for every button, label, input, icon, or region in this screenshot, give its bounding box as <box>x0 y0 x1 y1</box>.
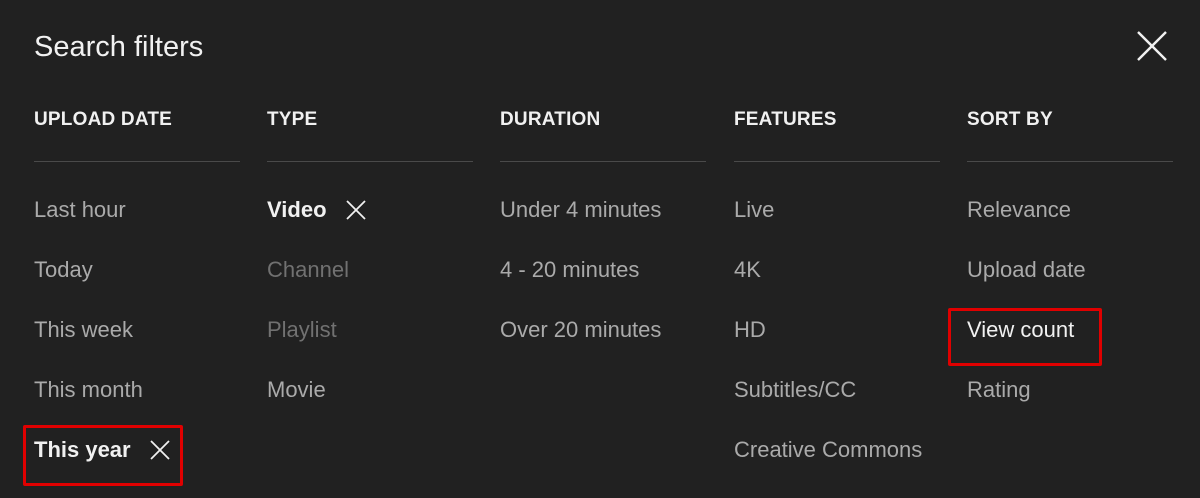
filter-option-this-week[interactable]: This week <box>34 315 240 375</box>
filter-option-last-hour[interactable]: Last hour <box>34 195 240 255</box>
column-sort-by: SORT BY Relevance Upload date View count… <box>967 104 1173 435</box>
filter-option-hd[interactable]: HD <box>734 315 940 375</box>
column-divider <box>500 161 706 162</box>
filter-option-label: Movie <box>267 377 326 402</box>
column-header-features: FEATURES <box>734 109 837 130</box>
filter-option-label: Subtitles/CC <box>734 377 857 402</box>
column-type: TYPE Video Channel Playlist Movie <box>267 104 473 435</box>
filter-option-label: Upload date <box>967 257 1086 282</box>
filter-option-label: Relevance <box>967 197 1071 222</box>
column-divider <box>34 161 240 162</box>
filter-option-label: 4 - 20 minutes <box>500 257 640 282</box>
filter-option-subtitles-cc[interactable]: Subtitles/CC <box>734 375 940 435</box>
filter-option-label: HD <box>734 317 766 342</box>
filter-option-creative-commons[interactable]: Creative Commons <box>734 435 940 495</box>
sort-option-view-count[interactable]: View count <box>967 315 1173 375</box>
filter-option-label: Video <box>267 197 327 222</box>
filter-option-label: Playlist <box>267 317 337 342</box>
search-filters-dialog: Search filters UPLOAD DATE Last hour Tod… <box>0 0 1200 498</box>
filter-option-playlist: Playlist <box>267 315 473 375</box>
filter-option-label: Over 20 minutes <box>500 317 662 342</box>
sort-option-rating[interactable]: Rating <box>967 375 1173 435</box>
close-icon <box>1137 31 1167 61</box>
filter-option-4k[interactable]: 4K <box>734 255 940 315</box>
column-features: FEATURES Live 4K HD Subtitles/CC Creativ… <box>734 104 940 495</box>
filter-option-label: This month <box>34 377 143 402</box>
filter-option-label: Under 4 minutes <box>500 197 662 222</box>
filter-option-label: Live <box>734 197 775 222</box>
column-header-sort-by: SORT BY <box>967 109 1053 130</box>
filter-columns: UPLOAD DATE Last hour Today This week Th… <box>34 104 1174 498</box>
column-header-duration: DURATION <box>500 109 601 130</box>
column-upload-date: UPLOAD DATE Last hour Today This week Th… <box>34 104 240 495</box>
close-button[interactable] <box>1132 26 1172 66</box>
filter-option-this-year[interactable]: This year <box>34 435 240 495</box>
filter-option-label: This week <box>34 317 134 342</box>
column-header-upload-date: UPLOAD DATE <box>34 109 173 130</box>
sort-option-relevance[interactable]: Relevance <box>967 195 1173 255</box>
remove-filter-icon[interactable] <box>345 199 367 221</box>
filter-option-4-20-minutes[interactable]: 4 - 20 minutes <box>500 255 706 315</box>
filter-option-label: Creative Commons <box>734 437 923 462</box>
column-divider <box>734 161 940 162</box>
filter-option-label: This year <box>34 437 131 462</box>
column-header-type: TYPE <box>267 109 318 130</box>
dialog-title: Search filters <box>34 31 204 63</box>
filter-option-today[interactable]: Today <box>34 255 240 315</box>
sort-option-upload-date[interactable]: Upload date <box>967 255 1173 315</box>
filter-option-over-20-minutes[interactable]: Over 20 minutes <box>500 315 706 375</box>
column-duration: DURATION Under 4 minutes 4 - 20 minutes … <box>500 104 706 375</box>
filter-option-under-4-minutes[interactable]: Under 4 minutes <box>500 195 706 255</box>
remove-filter-icon[interactable] <box>149 439 171 461</box>
filter-option-label: Channel <box>267 257 349 282</box>
filter-option-channel: Channel <box>267 255 473 315</box>
filter-option-label: 4K <box>734 257 761 282</box>
filter-option-label: Last hour <box>34 197 126 222</box>
filter-option-this-month[interactable]: This month <box>34 375 240 435</box>
filter-option-label: View count <box>967 317 1075 342</box>
filter-option-video[interactable]: Video <box>267 195 473 255</box>
filter-option-movie[interactable]: Movie <box>267 375 473 435</box>
filter-option-live[interactable]: Live <box>734 195 940 255</box>
filter-option-label: Today <box>34 257 93 282</box>
column-divider <box>967 161 1173 162</box>
column-divider <box>267 161 473 162</box>
filter-option-label: Rating <box>967 377 1031 402</box>
